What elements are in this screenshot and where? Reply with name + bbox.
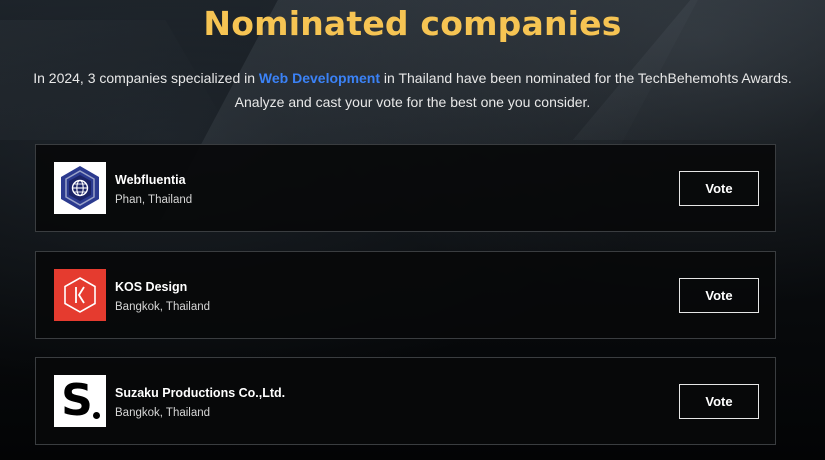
page-title: Nominated companies — [203, 4, 622, 43]
intro-line-1: In 2024, 3 companies specialized in Web … — [0, 66, 825, 90]
company-name: Suzaku Productions Co.,Ltd. — [115, 386, 286, 400]
company-location: Phan, Thailand — [115, 194, 193, 206]
company-name: KOS Design — [115, 280, 188, 294]
intro-line-2: Analyze and cast your vote for the best … — [234, 94, 591, 110]
company-card-kos-design: KOS Design Bangkok, Thailand Vote — [35, 251, 776, 339]
vote-button[interactable]: Vote — [679, 278, 759, 313]
intro-post: in Thailand have been nominated for the … — [380, 70, 792, 86]
intro-text: In 2024, 3 companies specialized in Web … — [0, 66, 825, 114]
category-highlight: Web Development — [258, 70, 381, 86]
logo-dot — [93, 412, 100, 419]
vote-button[interactable]: Vote — [679, 384, 759, 419]
k-hexagon-logo-icon — [54, 269, 106, 321]
intro-pre: In 2024, 3 companies specialized in — [33, 70, 259, 86]
globe-hexagon-logo-icon — [54, 162, 106, 214]
vote-button[interactable]: Vote — [679, 171, 759, 206]
company-card-webfluentia: Webfluentia Phan, Thailand Vote — [35, 144, 776, 232]
company-name: Webfluentia — [115, 173, 186, 187]
company-location: Bangkok, Thailand — [115, 407, 211, 419]
s-letter-logo-icon: S — [54, 375, 106, 427]
logo-glyph: S — [61, 375, 93, 426]
company-card-suzaku: S Suzaku Productions Co.,Ltd. Bangkok, T… — [35, 357, 776, 445]
company-location: Bangkok, Thailand — [115, 301, 211, 313]
